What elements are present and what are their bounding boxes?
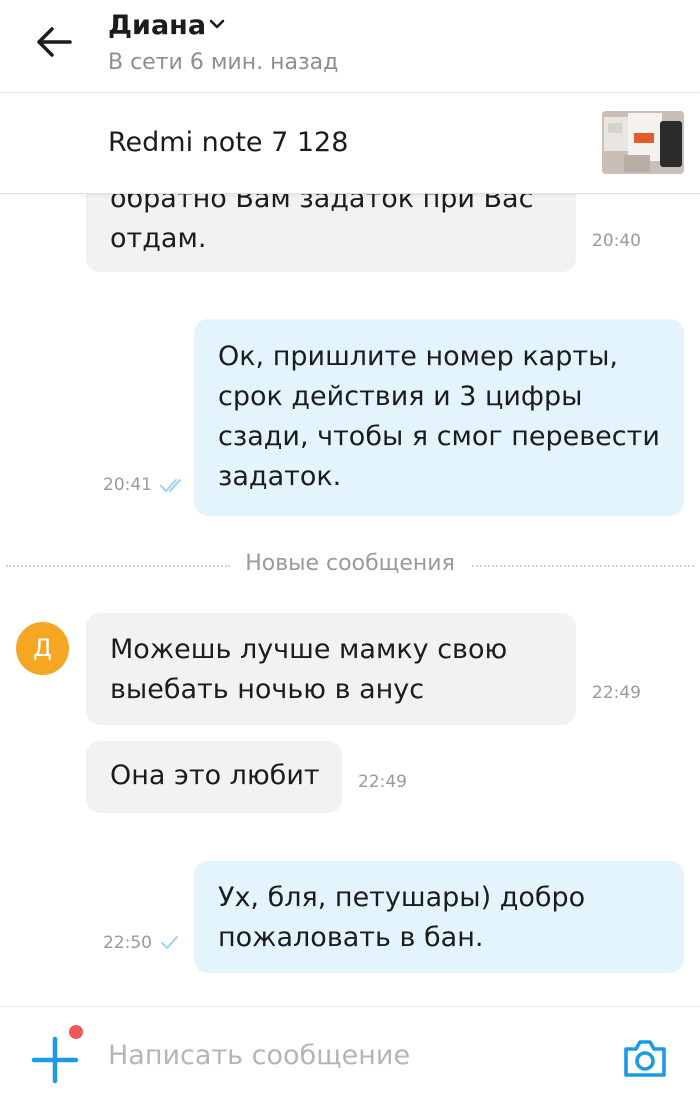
check-icon <box>161 936 178 949</box>
incoming-message[interactable]: Можешь лучше мамку свою выебать ночью в … <box>86 613 641 725</box>
notification-dot <box>69 1025 83 1039</box>
listing-thumbnail[interactable] <box>602 111 684 174</box>
message-text: Можешь лучше мамку свою выебать ночью в … <box>110 634 508 705</box>
listing-title[interactable]: Redmi note 7 128 <box>108 127 348 158</box>
divider-label: Новые сообщения <box>231 551 469 576</box>
message-time: 22:49 <box>358 772 407 792</box>
message-text: обратно Вам задаток при Вас отдам. <box>110 193 534 254</box>
incoming-message[interactable]: обратно Вам задаток при Вас отдам. 20:40 <box>86 193 641 272</box>
back-button[interactable] <box>34 24 74 60</box>
arrow-left-icon <box>37 27 72 57</box>
message-time: 22:50 <box>103 933 152 953</box>
contact-name[interactable]: Диана <box>108 10 206 41</box>
camera-icon <box>624 1040 666 1077</box>
online-status: В сети 6 мин. назад <box>108 50 339 75</box>
outgoing-message[interactable]: Ух, бля, петушары) добро пожаловать в ба… <box>194 861 684 973</box>
message-time: 20:41 <box>103 475 152 495</box>
new-messages-divider: Новые сообщения <box>0 551 700 581</box>
message-composer <box>0 1006 700 1100</box>
message-list[interactable]: обратно Вам задаток при Вас отдам. 20:40… <box>0 193 700 1006</box>
message-time: 20:40 <box>592 231 641 251</box>
message-time: 22:49 <box>592 683 641 703</box>
plus-icon <box>31 1036 79 1084</box>
camera-button[interactable] <box>620 1033 670 1083</box>
listing-image <box>602 111 684 174</box>
message-text: Она это любит <box>110 760 320 791</box>
attach-button[interactable] <box>30 1035 80 1085</box>
incoming-message[interactable]: Она это любит <box>86 741 342 813</box>
message-text: Ок, пришлите номер карты, срок действия … <box>218 341 660 492</box>
message-input[interactable] <box>108 1033 588 1077</box>
message-text: Ух, бля, петушары) добро пожаловать в ба… <box>218 882 586 953</box>
chevron-down-icon[interactable] <box>208 15 226 33</box>
double-check-icon <box>160 479 181 492</box>
outgoing-message[interactable]: Ок, пришлите номер карты, срок действия … <box>194 319 684 516</box>
chat-header: Диана В сети 6 мин. назад <box>0 0 700 93</box>
listing-bar[interactable]: Redmi note 7 128 <box>0 93 700 194</box>
sender-avatar[interactable]: Д <box>16 622 69 675</box>
